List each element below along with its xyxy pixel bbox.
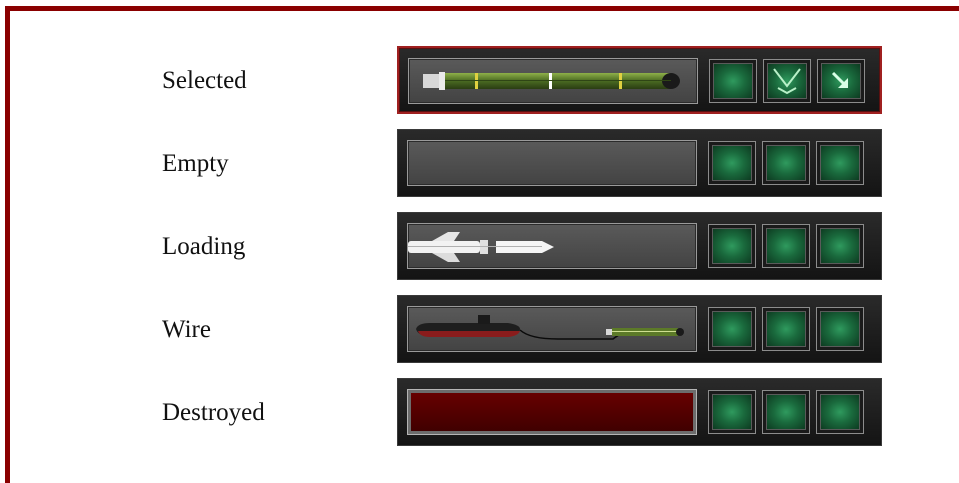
tube-panel[interactable] bbox=[397, 46, 882, 114]
tube-button-2[interactable] bbox=[762, 307, 810, 351]
tube-button-1[interactable] bbox=[709, 59, 757, 103]
tube-button-2[interactable] bbox=[762, 224, 810, 268]
torpedo-image bbox=[423, 72, 680, 90]
weapon-slot[interactable] bbox=[407, 389, 697, 435]
tube-button-3[interactable] bbox=[816, 390, 864, 434]
row-label: Selected bbox=[162, 67, 247, 94]
tube-button-1[interactable] bbox=[708, 224, 756, 268]
tube-button-1[interactable] bbox=[708, 141, 756, 185]
tube-button-1[interactable] bbox=[708, 390, 756, 434]
tube-row-wire: Wire bbox=[10, 295, 959, 365]
tube-button-2[interactable] bbox=[762, 390, 810, 434]
tube-button-3[interactable] bbox=[817, 59, 865, 103]
row-label: Wire bbox=[162, 316, 211, 343]
arrow-down-right-icon bbox=[831, 71, 848, 88]
tube-panel[interactable] bbox=[397, 295, 882, 363]
tube-button-2[interactable] bbox=[762, 141, 810, 185]
submarine-wire-image bbox=[416, 315, 684, 340]
missile-image bbox=[408, 232, 554, 262]
row-label: Empty bbox=[162, 150, 229, 177]
tube-button-3[interactable] bbox=[816, 224, 864, 268]
tube-row-destroyed: Destroyed bbox=[10, 378, 959, 448]
tube-button-2[interactable] bbox=[763, 59, 811, 103]
weapon-slot[interactable] bbox=[407, 223, 697, 269]
row-label: Loading bbox=[162, 233, 246, 260]
weapon-slot[interactable] bbox=[407, 306, 697, 352]
tube-panel[interactable] bbox=[397, 129, 882, 197]
tube-panel[interactable] bbox=[397, 378, 882, 446]
tube-button-3[interactable] bbox=[816, 141, 864, 185]
chevron-down-icon bbox=[773, 68, 801, 95]
tube-row-selected: Selected bbox=[10, 46, 959, 116]
weapon-slot[interactable] bbox=[408, 58, 698, 104]
main-frame: Selected Empty Loading Wire Destroyed bbox=[5, 6, 959, 483]
tube-button-1[interactable] bbox=[708, 307, 756, 351]
weapon-slot[interactable] bbox=[407, 140, 697, 186]
tube-row-loading: Loading bbox=[10, 212, 959, 282]
row-label: Destroyed bbox=[162, 399, 265, 426]
tube-panel[interactable] bbox=[397, 212, 882, 280]
tube-button-3[interactable] bbox=[816, 307, 864, 351]
tube-row-empty: Empty bbox=[10, 129, 959, 199]
